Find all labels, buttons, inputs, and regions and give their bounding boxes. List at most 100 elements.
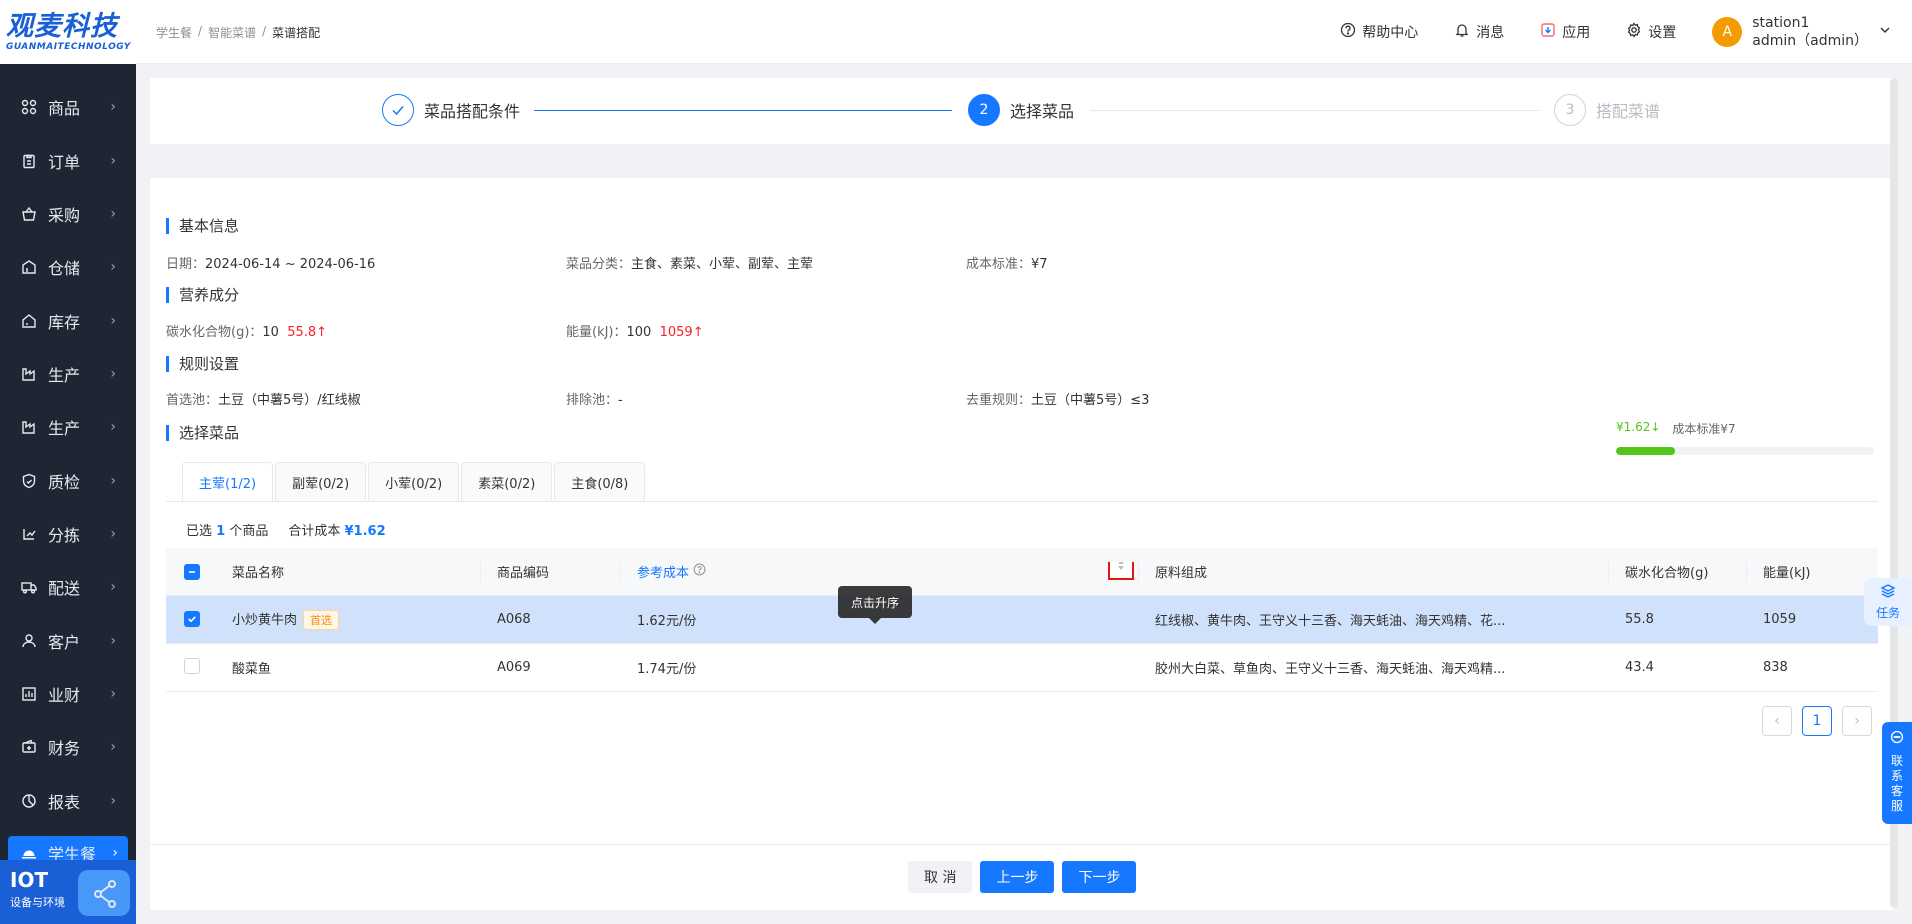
sidebar-item-label: 商品: [48, 98, 81, 118]
cost-progress-bar: [1616, 447, 1874, 455]
sidebar-item-production-2[interactable]: 生产 ›: [0, 400, 136, 453]
footer-divider: [150, 844, 1894, 845]
category-field: 菜品分类：主食、素菜、小荤、副荤、主荤: [566, 253, 813, 272]
tab-vegetable[interactable]: 素菜(0/2): [461, 462, 553, 502]
sidebar-item-reports[interactable]: 报表 ›: [0, 774, 136, 827]
help-center-button[interactable]: 帮助中心: [1340, 22, 1418, 42]
main-panel: 菜品搭配条件 2 选择菜品 3 搭配菜谱 基本信息 日期：2024-06-14 …: [150, 78, 1894, 910]
sidebar-item-label: 财务: [48, 738, 81, 758]
dish-cost: 1.74元/份: [637, 662, 697, 677]
question-icon[interactable]: [693, 563, 706, 580]
tab-staple[interactable]: 主食(0/8): [554, 462, 646, 502]
date-value: 2024-06-14 ~ 2024-06-16: [205, 257, 376, 272]
sidebar-item-delivery[interactable]: 配送 ›: [0, 560, 136, 613]
sidebar-item-finance[interactable]: 财务 ›: [0, 720, 136, 773]
apps-button[interactable]: 应用: [1540, 22, 1590, 42]
pagination: ‹ 1 ›: [1762, 706, 1872, 736]
table-header: 菜品名称 商品编码 参考成本 原料组成 碳水化合物(g) 能量(kJ): [166, 548, 1878, 596]
sidebar-item-label: 配送: [48, 578, 81, 598]
select-all-cell: [166, 562, 216, 582]
chevron-down-icon: [1878, 23, 1892, 41]
dish-energy: 1059: [1763, 612, 1797, 627]
select-all-checkbox[interactable]: [184, 563, 200, 580]
customer-service-button[interactable]: 联 系 客 服: [1882, 722, 1912, 824]
step-conditions[interactable]: 菜品搭配条件: [382, 94, 520, 126]
prev-page-button[interactable]: ‹: [1762, 706, 1792, 736]
sidebar-item-production[interactable]: 生产 ›: [0, 347, 136, 400]
previous-step-button[interactable]: 上一步: [980, 861, 1055, 893]
dish-name: 酸菜鱼: [232, 662, 272, 677]
chevron-right-icon: ›: [110, 312, 116, 329]
dish-code: A068: [497, 612, 531, 627]
tab-side-meat[interactable]: 副荤(0/2): [275, 462, 367, 502]
basket-icon: [20, 205, 38, 223]
next-step-button[interactable]: 下一步: [1062, 861, 1137, 893]
breadcrumb-item[interactable]: 智能菜谱: [208, 24, 256, 41]
cancel-button[interactable]: 取 消: [908, 861, 973, 893]
breadcrumb-item[interactable]: 学生餐: [156, 24, 192, 41]
prefer-pool-label: 首选池：: [166, 393, 219, 408]
table-row[interactable]: 小炒黄牛肉 首选 A068 1.62元/份 红线椒、黄牛肉、王守义十三香、海天蚝油…: [166, 596, 1878, 644]
row-checkbox[interactable]: [184, 657, 200, 674]
logo[interactable]: 观麦科技 GUANMAITECHNOLOGY: [0, 0, 136, 64]
sidebar-item-purchase[interactable]: 采购 ›: [0, 187, 136, 240]
dish-code: A069: [497, 660, 531, 675]
energy-actual: 1059↑: [659, 325, 704, 340]
messages-button[interactable]: 消息: [1454, 22, 1504, 42]
sidebar-item-orders[interactable]: 订单 ›: [0, 134, 136, 187]
task-float-button[interactable]: 任务: [1864, 578, 1912, 626]
sidebar-item-customers[interactable]: 客户 ›: [0, 614, 136, 667]
category-label: 菜品分类：: [566, 257, 632, 272]
dish-carb: 43.4: [1625, 660, 1654, 675]
prefer-pool-field: 首选池：土豆（中薯5号）/红线椒: [166, 389, 361, 408]
step-label: 搭配菜谱: [1596, 102, 1661, 121]
tab-small-meat[interactable]: 小荤(0/2): [368, 462, 460, 502]
iot-banner[interactable]: IOT 设备与环境: [0, 860, 136, 924]
chevron-right-icon: ›: [110, 418, 116, 435]
sidebar-item-warehouse[interactable]: 仓储 ›: [0, 240, 136, 293]
sidebar-item-sorting[interactable]: 分拣 ›: [0, 507, 136, 560]
sidebar-item-label: 采购: [48, 205, 81, 225]
sidebar-item-label: 分拣: [48, 525, 81, 545]
carb-value: 10: [262, 325, 279, 340]
step-label: 菜品搭配条件: [424, 102, 521, 121]
cost-progress-area: ¥1.62↓ 成本标准¥7: [1616, 420, 1874, 455]
grid-icon: [20, 98, 38, 116]
sidebar-item-inventory[interactable]: 库存 ›: [0, 294, 136, 347]
section-title-nutrition: 营养成分: [166, 287, 239, 303]
sidebar-item-business-finance[interactable]: 业财 ›: [0, 667, 136, 720]
share-icon: [78, 870, 130, 916]
step-number: 3: [1554, 94, 1586, 126]
row-checkbox[interactable]: [184, 611, 200, 627]
service-char: 客: [1890, 784, 1903, 798]
column-header-code: 商品编码: [481, 561, 621, 582]
user-menu[interactable]: A station1 admin（admin）: [1712, 14, 1892, 50]
sidebar-item-goods[interactable]: 商品 ›: [0, 80, 136, 133]
chevron-right-icon: ›: [110, 152, 116, 169]
chevron-right-icon: ›: [110, 738, 116, 755]
page-number-button[interactable]: 1: [1802, 706, 1832, 736]
table-row[interactable]: 酸菜鱼 A069 1.74元/份 胶州大白菜、草鱼肉、王守义十三香、海天蚝油、海…: [166, 644, 1878, 692]
column-header-cost-label: 参考成本: [637, 566, 690, 581]
step-number: 2: [968, 94, 1000, 126]
cost-standard-value: ¥7: [1031, 257, 1048, 272]
chevron-right-icon: ›: [110, 632, 116, 649]
chevron-right-icon: ›: [112, 845, 118, 861]
sort-toggle-button[interactable]: [1108, 561, 1134, 580]
column-header-energy: 能量(kJ): [1763, 566, 1811, 581]
warehouse-icon: [20, 258, 38, 276]
gear-icon: [1626, 22, 1642, 42]
house-icon: [20, 312, 38, 330]
row-checkbox-cell: [166, 611, 216, 628]
column-header-cost[interactable]: 参考成本: [621, 561, 1139, 582]
top-header: 学生餐 / 智能菜谱 / 菜谱搭配 帮助中心 消息 应用 设置 A statio…: [136, 0, 1912, 64]
total-cost-text: 合计成本 ¥1.62: [288, 520, 385, 539]
section-title-rules: 规则设置: [166, 356, 239, 372]
factory-icon: [20, 418, 38, 436]
breadcrumb: 学生餐 / 智能菜谱 / 菜谱搭配: [156, 24, 320, 41]
settings-button[interactable]: 设置: [1626, 22, 1676, 42]
sidebar-item-quality[interactable]: 质检 ›: [0, 454, 136, 507]
step-label: 选择菜品: [1010, 102, 1075, 121]
next-page-button[interactable]: ›: [1842, 706, 1872, 736]
tab-main-meat[interactable]: 主荤(1/2): [182, 462, 274, 502]
